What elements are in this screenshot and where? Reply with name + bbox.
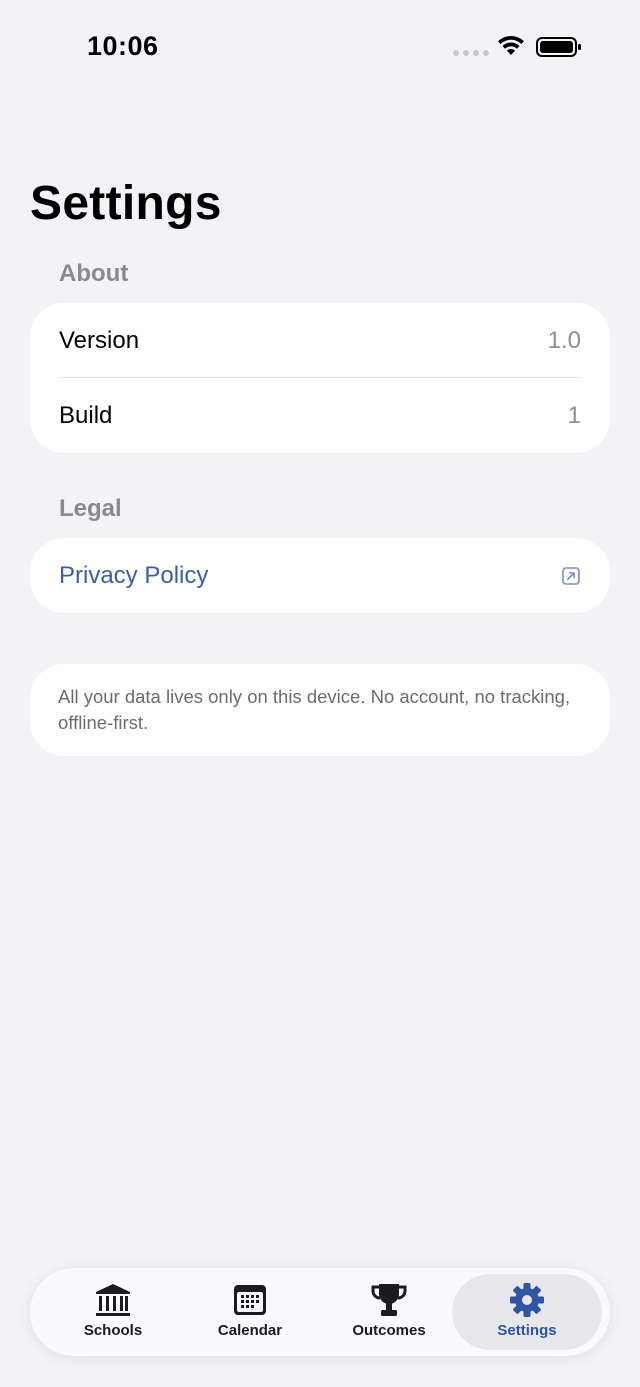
tab-label: Schools xyxy=(83,1322,143,1339)
wifi-icon xyxy=(498,35,524,55)
legal-card: Privacy Policy xyxy=(30,538,610,613)
build-row: Build 1 xyxy=(30,378,610,453)
tab-settings[interactable]: Settings xyxy=(452,1274,602,1350)
version-label: Version xyxy=(59,326,140,354)
status-time: 10:06 xyxy=(87,31,159,61)
build-value: 1 xyxy=(567,401,581,429)
tab-calendar[interactable]: Calendar xyxy=(181,1274,319,1350)
privacy-note-text: All your data lives only on this device.… xyxy=(58,686,571,733)
gear-icon xyxy=(510,1283,544,1317)
building-columns-icon xyxy=(96,1284,130,1316)
tab-schools[interactable]: Schools xyxy=(44,1274,182,1350)
battery-icon xyxy=(536,37,581,57)
page-title: Settings xyxy=(30,177,222,230)
calendar-icon xyxy=(234,1285,266,1315)
tab-outcomes[interactable]: Outcomes xyxy=(320,1274,458,1350)
build-label: Build xyxy=(59,401,113,429)
status-bar: 10:06 xyxy=(0,0,640,96)
settings-screen: 10:06 Settings About Version 1.0 Build 1… xyxy=(0,0,640,1387)
privacy-policy-link[interactable]: Privacy Policy xyxy=(30,538,610,613)
version-row: Version 1.0 xyxy=(30,303,610,378)
section-header-legal: Legal xyxy=(59,495,122,522)
tab-label: Settings xyxy=(497,1322,557,1339)
section-header-about: About xyxy=(59,260,129,287)
privacy-note-card: All your data lives only on this device.… xyxy=(30,664,610,756)
about-card: Version 1.0 Build 1 xyxy=(30,303,610,453)
version-value: 1.0 xyxy=(547,326,581,354)
trophy-icon xyxy=(371,1284,407,1316)
tab-label: Calendar xyxy=(217,1322,283,1339)
signal-dots-icon xyxy=(453,50,489,56)
privacy-policy-label: Privacy Policy xyxy=(59,561,209,589)
external-link-icon xyxy=(562,566,580,585)
tab-label: Outcomes xyxy=(352,1322,426,1339)
tab-bar: Schools Calendar Outcomes Settings xyxy=(30,1268,610,1356)
